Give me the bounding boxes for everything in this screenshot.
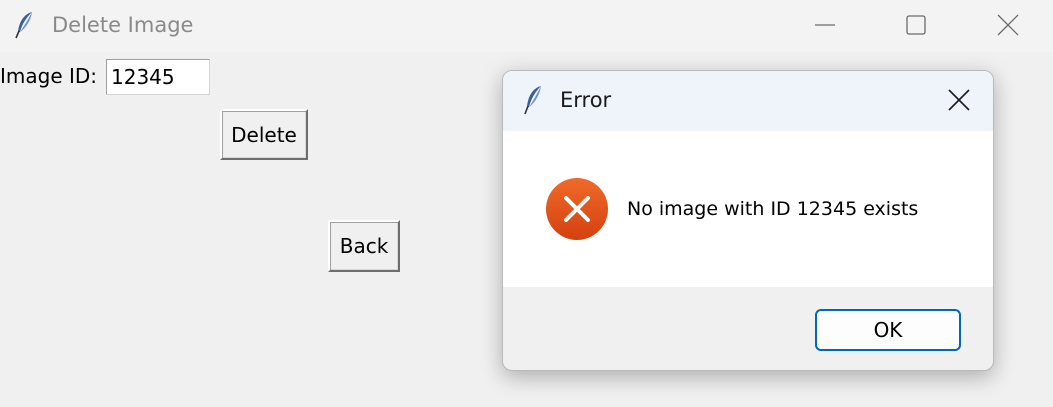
dialog-title: Error [560, 88, 612, 112]
error-message: No image with ID 12345 exists [627, 198, 919, 220]
window-title: Delete Image [52, 13, 194, 37]
dialog-titlebar[interactable]: Error [503, 71, 993, 131]
image-id-label: Image ID: [0, 64, 98, 88]
maximize-icon [906, 15, 926, 35]
minimize-button[interactable] [805, 8, 845, 42]
dialog-close-button[interactable] [939, 81, 979, 119]
close-button[interactable] [988, 8, 1028, 42]
ok-button[interactable]: OK [815, 309, 961, 351]
feather-icon [523, 84, 545, 116]
feather-icon [14, 10, 36, 40]
close-icon [948, 89, 970, 111]
delete-button[interactable]: Delete [220, 109, 308, 160]
back-button[interactable]: Back [328, 220, 400, 272]
image-id-input[interactable] [106, 59, 210, 95]
maximize-button[interactable] [896, 8, 936, 42]
close-icon [997, 14, 1019, 36]
minimize-icon [815, 24, 835, 26]
dialog-body: No image with ID 12345 exists [503, 131, 993, 287]
error-icon [545, 177, 609, 241]
window-titlebar[interactable]: Delete Image [0, 0, 1053, 52]
error-dialog: Error No image with ID 12345 exists OK [502, 70, 994, 371]
